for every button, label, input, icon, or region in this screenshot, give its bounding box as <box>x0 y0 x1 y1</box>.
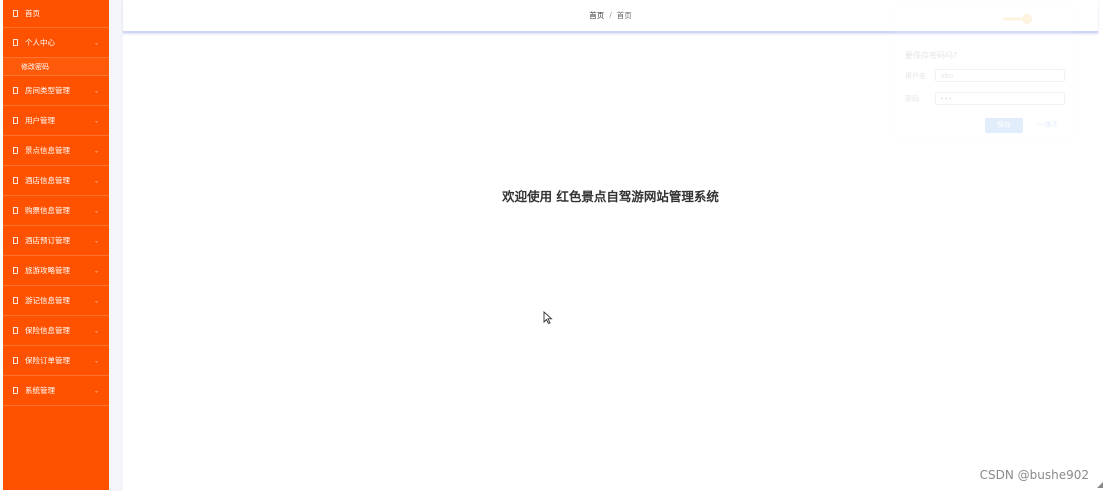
sidebar-item-room-type[interactable]: 房间类型管理 ⌄ <box>3 76 109 106</box>
sidebar-item-label: 旅游攻略管理 <box>25 266 70 275</box>
sidebar-item-label: 购票信息管理 <box>25 206 70 215</box>
chevron-down-icon: ⌄ <box>93 207 99 214</box>
menu-icon <box>13 357 18 364</box>
resize-icon: ◢ <box>1097 480 1103 489</box>
menu-icon <box>13 237 18 244</box>
layout-gutter <box>109 0 123 491</box>
mouse-cursor-icon <box>543 311 553 325</box>
sidebar-item-insurance[interactable]: 保险信息管理 ⌄ <box>3 316 109 346</box>
password-field[interactable]: ••• <box>935 92 1065 105</box>
welcome-message: 欢迎使用 红色景点自驾游网站管理系统 <box>502 189 719 204</box>
menu-icon <box>13 117 18 124</box>
watermark: CSDN @bushe902 <box>979 468 1089 482</box>
breadcrumb: 首页 / 首页 <box>589 10 632 21</box>
menu-icon <box>13 207 18 214</box>
sidebar-item-label: 首页 <box>25 9 40 18</box>
save-password-button[interactable]: 保存 <box>985 118 1023 133</box>
chevron-down-icon: ⌄ <box>93 357 99 364</box>
chevron-down-icon: ⌄ <box>93 177 99 184</box>
sidebar-item-hotels[interactable]: 酒店信息管理 ⌄ <box>3 166 109 196</box>
sidebar-menu: 首页 个人中心 ⌄ 修改密码 房间类型管理 ⌄ 用户管理 ⌄ 景点信息管理 ⌄ … <box>3 0 109 490</box>
chevron-down-icon: ⌄ <box>93 297 99 304</box>
password-row: 密码 ••• <box>905 92 1065 105</box>
breadcrumb-current: 首页 <box>616 11 632 20</box>
sidebar-item-label: 景点信息管理 <box>25 146 70 155</box>
sidebar-item-label: 个人中心 <box>25 38 55 47</box>
sidebar-item-label: 用户管理 <box>25 116 55 125</box>
username-row: 用户名 abo <box>905 69 1065 82</box>
sidebar-item-label: 系统管理 <box>25 386 55 395</box>
sidebar-item-tickets[interactable]: 购票信息管理 ⌄ <box>3 196 109 226</box>
chevron-down-icon: ⌄ <box>93 87 99 94</box>
sidebar-item-users[interactable]: 用户管理 ⌄ <box>3 106 109 136</box>
chevron-down-icon: ⌄ <box>93 117 99 124</box>
chevron-down-icon: ⌄ <box>93 327 99 334</box>
username-field[interactable]: abo <box>935 69 1065 82</box>
sidebar-item-label: 游记信息管理 <box>25 296 70 305</box>
sidebar-item-travel-notes[interactable]: 游记信息管理 ⌄ <box>3 286 109 316</box>
sidebar-item-home[interactable]: 首页 <box>3 0 109 28</box>
menu-icon <box>13 297 18 304</box>
password-label: 密码 <box>905 94 919 103</box>
menu-icon <box>13 10 18 17</box>
sidebar-item-insurance-orders[interactable]: 保险订单管理 ⌄ <box>3 346 109 376</box>
key-icon <box>1003 14 1032 24</box>
menu-icon <box>13 177 18 184</box>
sidebar-item-label: 酒店信息管理 <box>25 176 70 185</box>
sidebar-item-label: 保险订单管理 <box>25 356 70 365</box>
sidebar-item-label: 保险信息管理 <box>25 326 70 335</box>
menu-icon <box>13 39 18 46</box>
chevron-down-icon: ⌄ <box>93 39 99 46</box>
menu-icon <box>13 147 18 154</box>
never-save-button[interactable]: 一律不 <box>1029 118 1067 133</box>
sidebar-item-hotel-booking[interactable]: 酒店预订管理 ⌄ <box>3 226 109 256</box>
sidebar-item-label: 酒店预订管理 <box>25 236 70 245</box>
chevron-down-icon: ⌄ <box>93 387 99 394</box>
chevron-down-icon: ⌄ <box>93 267 99 274</box>
save-password-popup: 要保存密码吗? 用户名 abo 密码 ••• 保存 一律不 <box>894 4 1074 143</box>
sidebar-item-attractions[interactable]: 景点信息管理 ⌄ <box>3 136 109 166</box>
menu-icon <box>13 87 18 94</box>
username-label: 用户名 <box>905 71 926 80</box>
sidebar-item-personal-center[interactable]: 个人中心 ⌄ <box>3 28 109 58</box>
chevron-down-icon: ⌄ <box>93 237 99 244</box>
breadcrumb-separator: / <box>609 11 612 20</box>
menu-icon <box>13 387 18 394</box>
save-password-title: 要保存密码吗? <box>905 51 958 60</box>
sidebar-item-label: 房间类型管理 <box>25 86 70 95</box>
menu-icon <box>13 327 18 334</box>
breadcrumb-home-link[interactable]: 首页 <box>589 10 604 21</box>
sidebar-item-travel-guides[interactable]: 旅游攻略管理 ⌄ <box>3 256 109 286</box>
chevron-down-icon: ⌄ <box>93 147 99 154</box>
sidebar-subitem-change-password[interactable]: 修改密码 <box>3 58 109 76</box>
menu-icon <box>13 267 18 274</box>
sidebar-item-system[interactable]: 系统管理 ⌄ <box>3 376 109 406</box>
sidebar-subitem-label: 修改密码 <box>21 62 49 71</box>
